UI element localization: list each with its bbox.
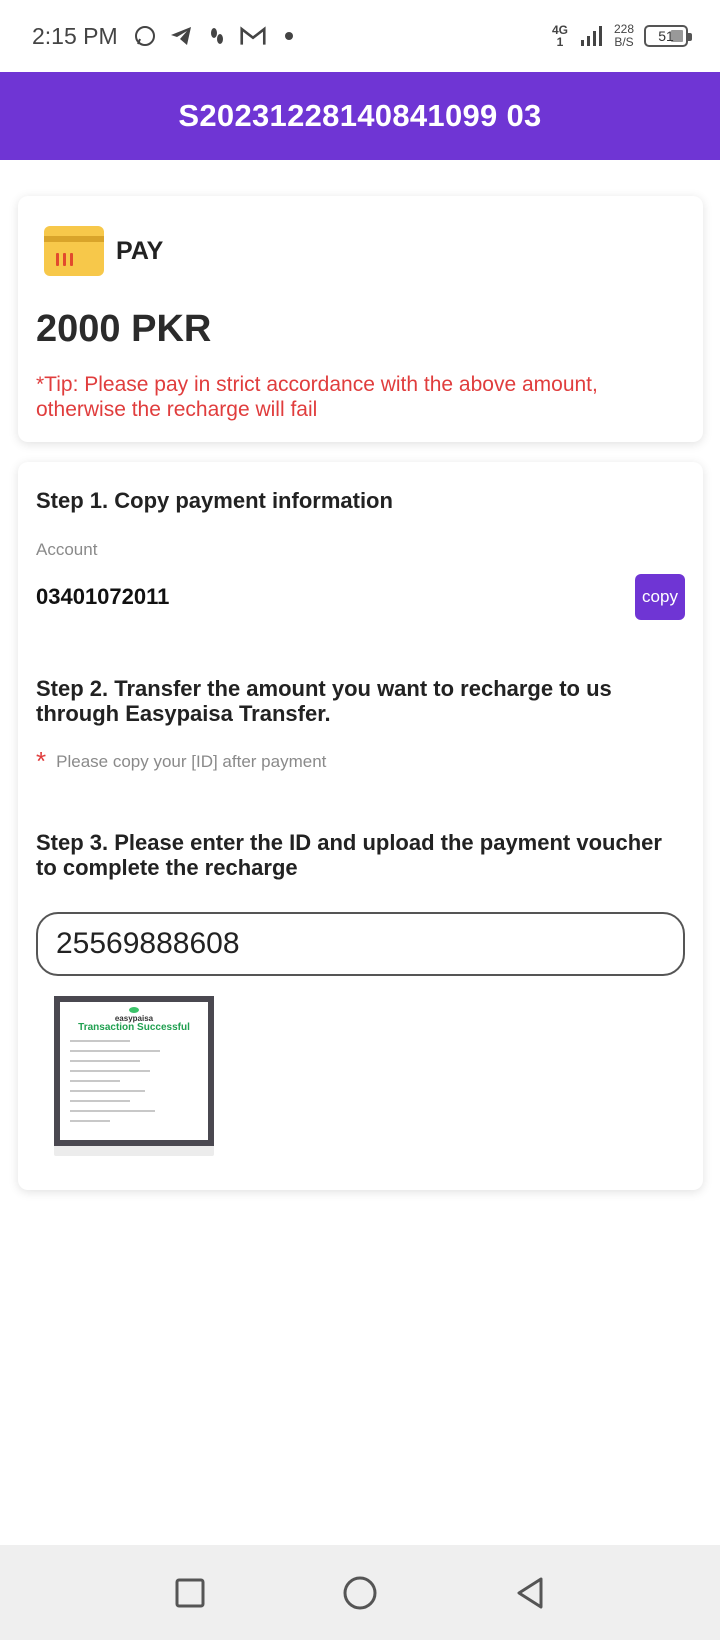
pay-row: PAY bbox=[44, 226, 163, 276]
battery-level: 51 bbox=[658, 28, 674, 44]
easypaisa-logo-icon bbox=[129, 1007, 139, 1013]
voucher-image: easypaisa Transaction Successful bbox=[60, 1002, 208, 1140]
battery-icon: 51 bbox=[644, 25, 692, 47]
network-type: 4G 1 bbox=[552, 24, 568, 48]
square-icon bbox=[175, 1578, 205, 1607]
back-button[interactable] bbox=[510, 1573, 550, 1613]
signal-icon bbox=[578, 23, 604, 49]
whatsapp-icon bbox=[132, 23, 158, 49]
transaction-id-input[interactable] bbox=[36, 912, 685, 976]
triangle-back-icon bbox=[517, 1577, 543, 1608]
status-right: 4G 1 228 B/S 51 bbox=[552, 23, 692, 49]
card-payment-icon bbox=[44, 226, 104, 276]
recents-button[interactable] bbox=[170, 1573, 210, 1613]
status-time: 2:15 PM bbox=[32, 22, 118, 49]
circle-icon bbox=[343, 1576, 377, 1609]
voucher-status: Transaction Successful bbox=[78, 1022, 190, 1033]
copy-button[interactable]: copy bbox=[635, 574, 685, 620]
system-nav-bar bbox=[0, 1545, 720, 1640]
account-label: Account bbox=[36, 540, 98, 559]
note-text: Please copy your [ID] after payment bbox=[56, 752, 327, 771]
payment-voucher-thumbnail[interactable]: easypaisa Transaction Successful bbox=[54, 996, 214, 1156]
pay-amount: 2000 PKR bbox=[36, 308, 212, 350]
account-value: 03401072011 bbox=[36, 584, 170, 609]
notification-dot-icon bbox=[276, 23, 302, 49]
step2-title: Step 2. Transfer the amount you want to … bbox=[36, 676, 612, 726]
pay-card: PAY 2000 PKR *Tip: Please pay in strict … bbox=[18, 196, 703, 442]
status-left: 2:15 PM bbox=[32, 23, 302, 50]
footprints-icon bbox=[204, 23, 230, 49]
network-speed: 228 B/S bbox=[614, 23, 634, 49]
telegram-icon bbox=[168, 23, 194, 49]
order-id-title: S20231228140841099 03 bbox=[178, 98, 542, 133]
gmail-icon bbox=[240, 23, 266, 49]
required-star: * bbox=[36, 746, 47, 776]
steps-card: Step 1. Copy payment information Account… bbox=[18, 462, 703, 1190]
network-speed-unit: B/S bbox=[614, 35, 634, 49]
pay-tip: *Tip: Please pay in strict accordance wi… bbox=[36, 373, 598, 421]
status-bar: 2:15 PM 4G 1 228 B/S 51 bbox=[0, 0, 720, 72]
pay-label: PAY bbox=[116, 236, 164, 265]
copy-id-note: * Please copy your [ID] after payment bbox=[36, 748, 326, 774]
voucher-frame: easypaisa Transaction Successful bbox=[54, 996, 214, 1146]
voucher-brand: easypaisa bbox=[60, 1007, 208, 1023]
network-sub-label: 1 bbox=[556, 35, 564, 49]
step3-title: Step 3. Please enter the ID and upload t… bbox=[36, 830, 662, 880]
app-header: S20231228140841099 03 bbox=[0, 72, 720, 160]
home-button[interactable] bbox=[340, 1573, 380, 1613]
step1-title: Step 1. Copy payment information bbox=[36, 488, 393, 513]
